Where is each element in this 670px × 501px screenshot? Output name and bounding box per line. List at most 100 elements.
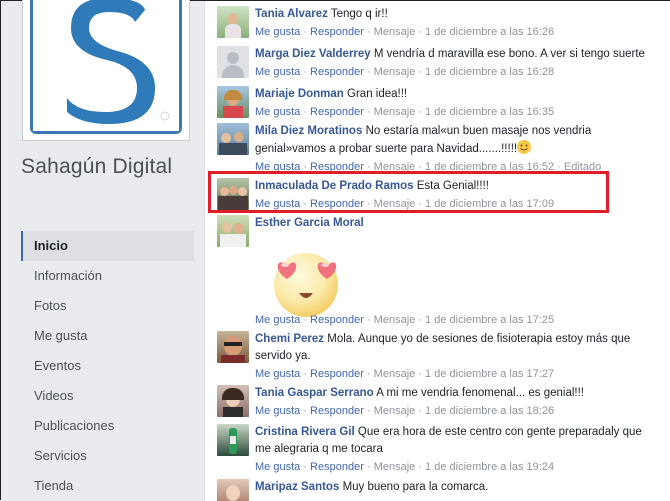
separator: · (418, 198, 422, 210)
edited-label[interactable]: Editado (564, 161, 601, 173)
comment-text: M vendría d maravilla ese bono. A ver si… (373, 48, 645, 60)
message-link[interactable]: Mensaje (374, 314, 416, 326)
message-link[interactable]: Mensaje (374, 106, 416, 118)
comment-timestamp[interactable]: 1 de diciembre a las 16:35 (425, 106, 554, 118)
nav-item-me-gusta[interactable]: Me gusta (21, 321, 194, 351)
avatar[interactable] (217, 86, 249, 118)
comment-author[interactable]: Esther Garcia Moral (255, 217, 364, 229)
separator: · (366, 405, 371, 417)
like-link[interactable]: Me gusta (255, 161, 300, 173)
comment-timestamp[interactable]: 1 de diciembre a las 17:09 (425, 198, 554, 210)
nav-item-fotos[interactable]: Fotos (21, 291, 194, 321)
comment-author[interactable]: Marga Diez Valderrey (255, 48, 371, 60)
nav-item-inicio[interactable]: Inicio (21, 231, 194, 261)
comment-item: Esther Garcia Moral Me gusta · Responder… (217, 215, 657, 327)
message-link[interactable]: Mensaje (374, 405, 416, 417)
comment-timestamp[interactable]: 1 de diciembre a las 17:27 (425, 368, 554, 380)
like-link[interactable]: Me gusta (255, 314, 300, 326)
separator: · (418, 368, 422, 380)
reply-link[interactable]: Responder (310, 106, 364, 118)
page-sidebar: Sahagún Digital Inicio Información Fotos… (1, 0, 208, 501)
separator: · (303, 66, 307, 78)
avatar[interactable] (217, 215, 249, 247)
letter-s-logo-icon (30, 0, 182, 134)
separator: · (366, 461, 371, 473)
message-link[interactable]: Mensaje (374, 368, 416, 380)
separator: · (366, 106, 371, 118)
reply-link[interactable]: Responder (310, 66, 364, 78)
message-link[interactable]: Mensaje (374, 161, 416, 173)
separator: · (418, 161, 422, 173)
like-link[interactable]: Me gusta (255, 461, 300, 473)
message-link[interactable]: Mensaje (374, 461, 416, 473)
separator: · (303, 26, 307, 38)
comment-author[interactable]: Mila Diez Moratinos (255, 125, 362, 137)
page-profile-picture[interactable] (22, 0, 190, 141)
comment-timestamp[interactable]: 1 de diciembre a las 17:25 (425, 314, 554, 326)
like-link[interactable]: Me gusta (255, 26, 300, 38)
avatar[interactable] (217, 424, 249, 456)
comment-item-highlighted: Inmaculada De Prado Ramos Esta Genial!!!… (217, 178, 657, 212)
nav-item-publicaciones[interactable]: Publicaciones (21, 411, 194, 441)
message-link[interactable]: Mensaje (374, 26, 416, 38)
like-link[interactable]: Me gusta (255, 368, 300, 380)
separator: · (557, 161, 561, 173)
comment-text: A mi me vendria fenomenal... es genial!!… (376, 387, 584, 399)
comment-item: Marga Diez Valderrey M vendría d maravil… (217, 46, 657, 80)
comment-item: Tania Alvarez Tengo q ir!! Me gusta · Re… (217, 6, 657, 40)
nav-item-informacion[interactable]: Información (21, 261, 194, 291)
separator: · (366, 161, 371, 173)
separator: · (366, 26, 371, 38)
reply-link[interactable]: Responder (310, 314, 364, 326)
reply-link[interactable]: Responder (310, 198, 364, 210)
separator: · (303, 405, 307, 417)
separator: · (303, 161, 307, 173)
avatar[interactable] (217, 479, 249, 501)
avatar[interactable] (217, 331, 249, 363)
like-link[interactable]: Me gusta (255, 198, 300, 210)
message-link[interactable]: Mensaje (374, 66, 416, 78)
avatar[interactable] (217, 123, 249, 155)
comment-item: Mariaje Donman Gran idea!!! Me gusta · R… (217, 86, 657, 120)
reply-link[interactable]: Responder (310, 26, 364, 38)
avatar[interactable] (217, 178, 249, 210)
separator: · (366, 368, 371, 380)
comment-item: Chemi Perez Mola. Aunque yo de sesiones … (217, 331, 657, 382)
avatar[interactable] (217, 46, 249, 78)
comment-timestamp[interactable]: 1 de diciembre a las 16:52 (425, 161, 554, 173)
like-link[interactable]: Me gusta (255, 106, 300, 118)
smiley-emoji-icon (517, 140, 532, 154)
separator: · (418, 461, 422, 473)
nav-item-eventos[interactable]: Eventos (21, 351, 194, 381)
comment-author[interactable]: Tania Gaspar Serrano (255, 387, 374, 399)
reply-link[interactable]: Responder (310, 161, 364, 173)
separator: · (418, 314, 422, 326)
nav-item-videos[interactable]: Videos (21, 381, 194, 411)
page-title[interactable]: Sahagún Digital (21, 155, 172, 179)
comment-author[interactable]: Mariaje Donman (255, 88, 344, 100)
comment-timestamp[interactable]: 1 de diciembre a las 19:24 (425, 461, 554, 473)
comment-author[interactable]: Cristina Rivera Gil (255, 426, 355, 438)
nav-item-tienda[interactable]: Tienda (21, 471, 194, 501)
separator: · (366, 198, 371, 210)
reply-link[interactable]: Responder (310, 368, 364, 380)
comment-author[interactable]: Maripaz Santos (255, 481, 339, 493)
reply-link[interactable]: Responder (310, 405, 364, 417)
comment-author[interactable]: Inmaculada De Prado Ramos (255, 180, 414, 192)
like-link[interactable]: Me gusta (255, 66, 300, 78)
avatar[interactable] (217, 385, 249, 417)
comment-timestamp[interactable]: 1 de diciembre a las 16:26 (425, 26, 554, 38)
comment-timestamp[interactable]: 1 de diciembre a las 18:26 (425, 405, 554, 417)
comment-author[interactable]: Chemi Perez (255, 333, 324, 345)
nav-item-servicios[interactable]: Servicios (21, 441, 194, 471)
comment-text: Tengo q ir!! (330, 8, 388, 20)
message-link[interactable]: Mensaje (374, 198, 416, 210)
heart-eyes-sticker-icon[interactable] (269, 245, 343, 319)
reply-link[interactable]: Responder (310, 461, 364, 473)
comments-feed: Tania Alvarez Tengo q ir!! Me gusta · Re… (204, 1, 670, 501)
comment-author[interactable]: Tania Alvarez (255, 8, 328, 20)
comment-timestamp[interactable]: 1 de diciembre a las 16:28 (425, 66, 554, 78)
avatar[interactable] (217, 6, 249, 38)
separator: · (418, 405, 422, 417)
like-link[interactable]: Me gusta (255, 405, 300, 417)
